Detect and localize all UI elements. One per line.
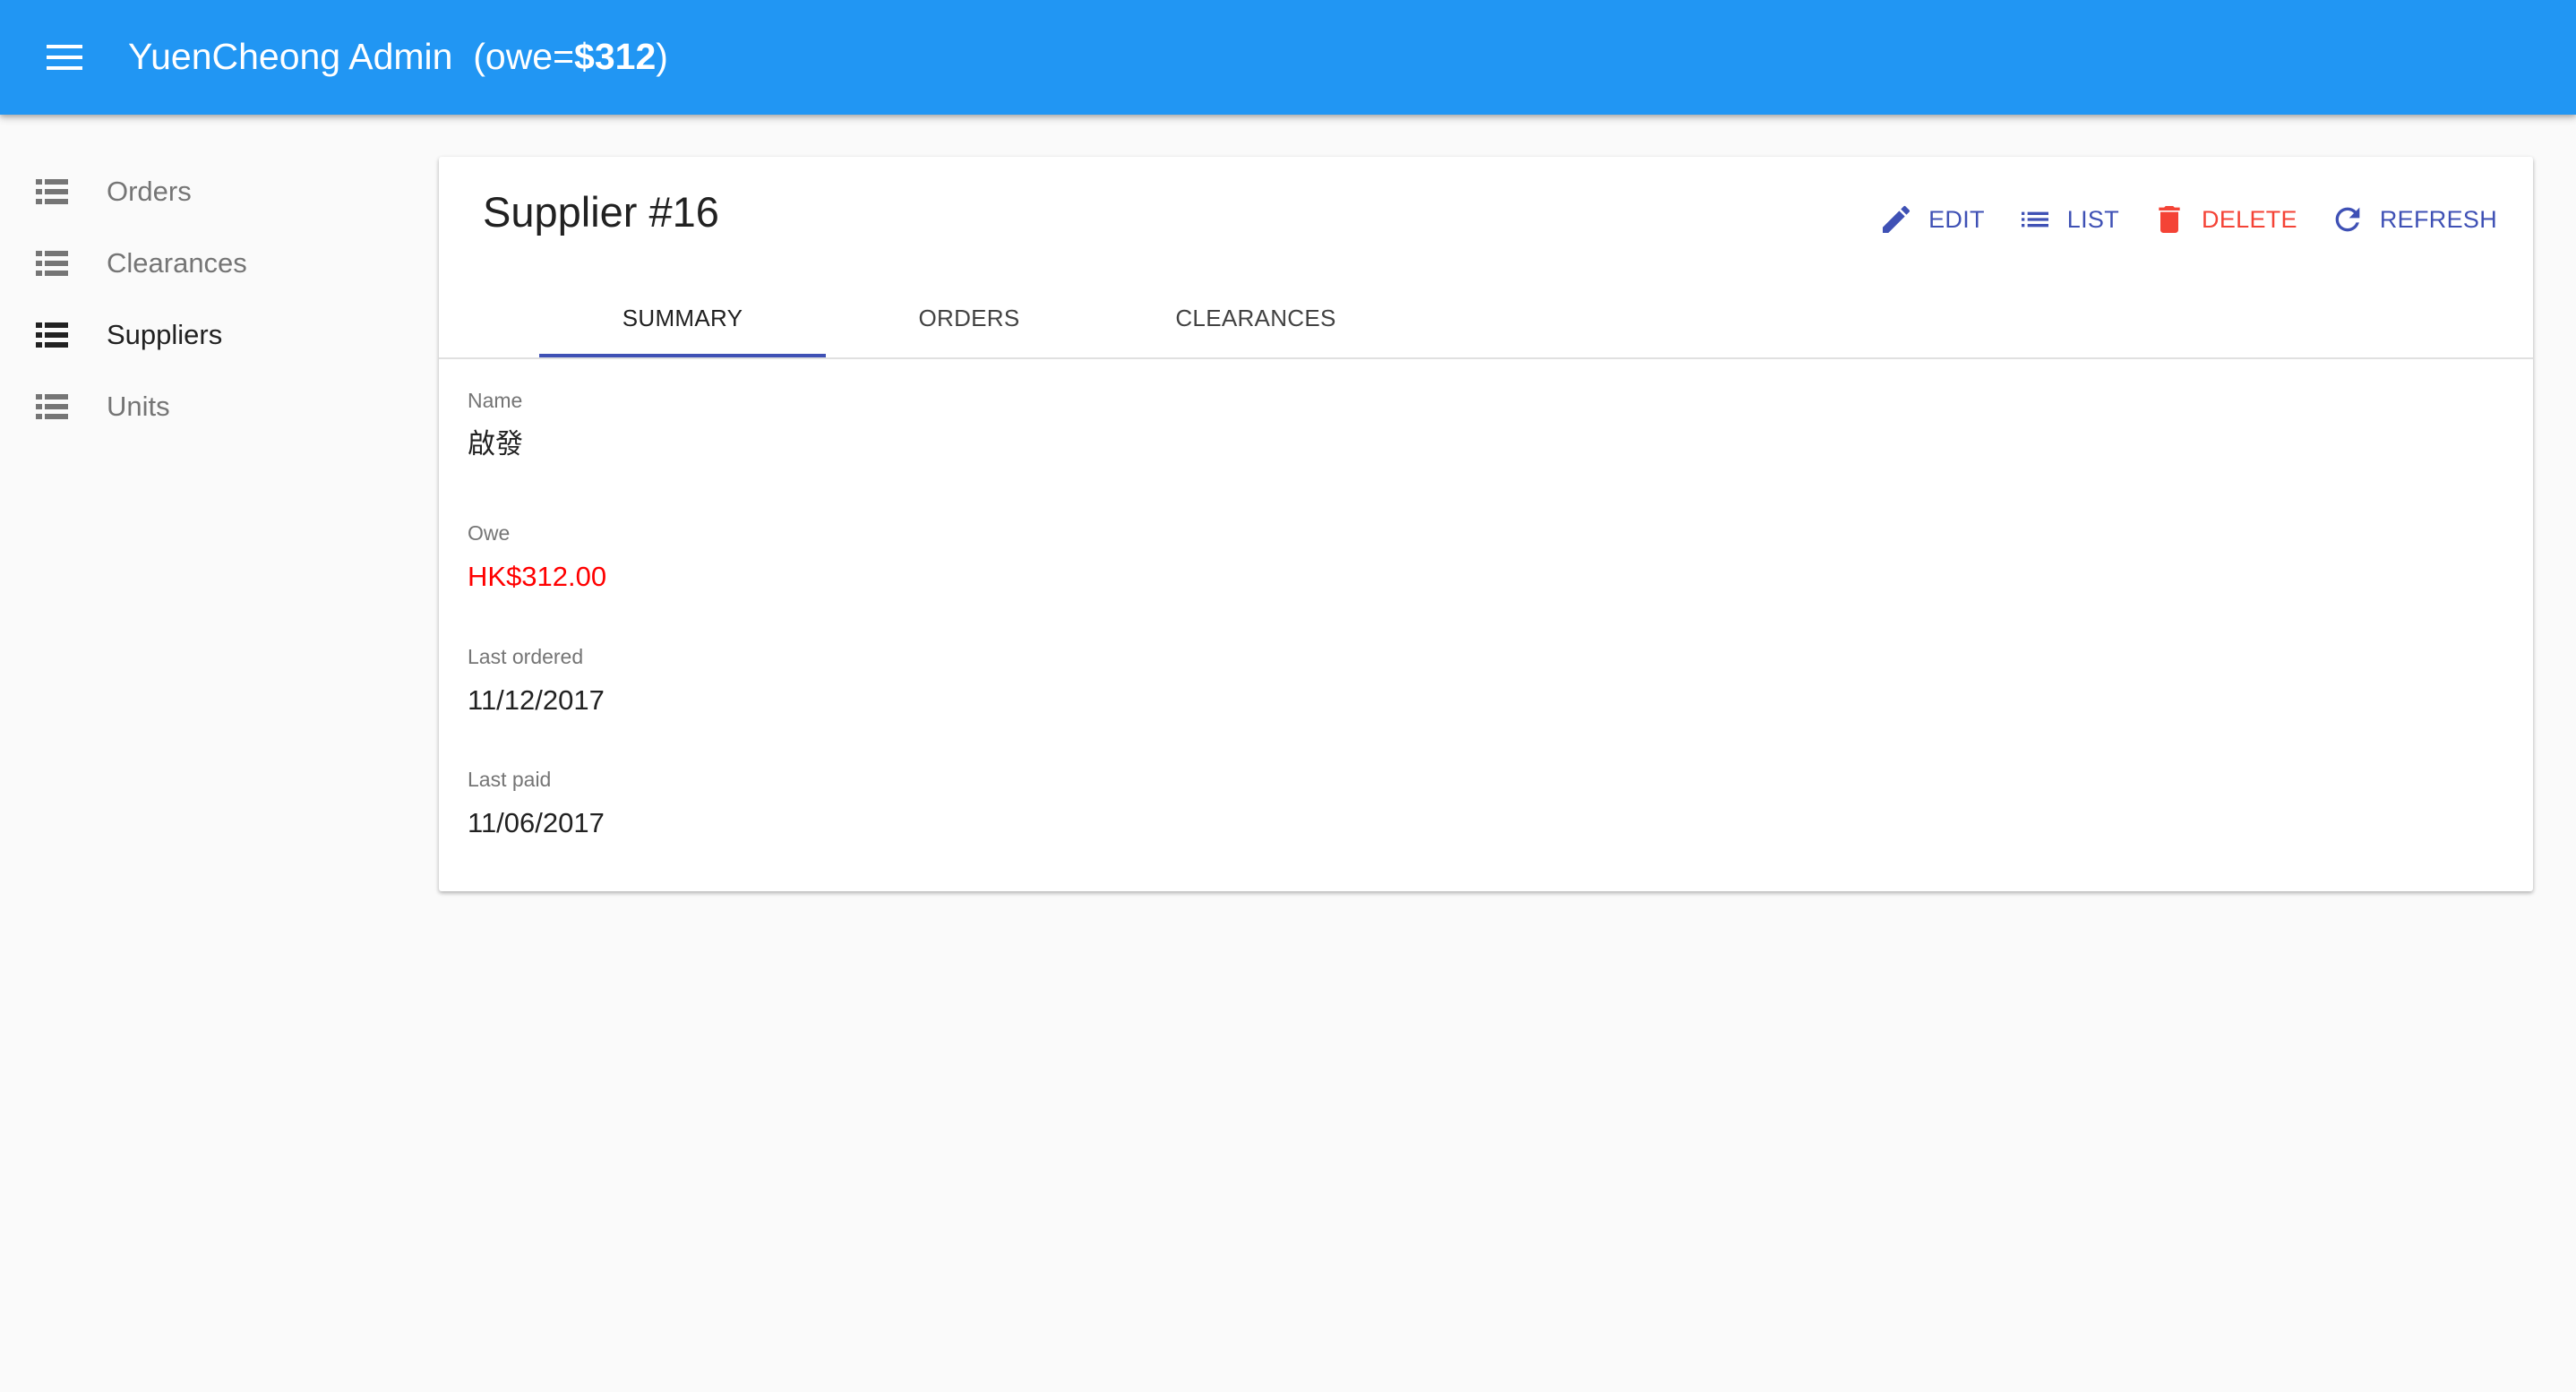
refresh-icon: [2335, 207, 2360, 232]
sidebar-item-label: Suppliers: [107, 319, 223, 350]
owe-amount: $312: [574, 36, 657, 77]
refresh-button[interactable]: REFRESH: [2330, 202, 2497, 237]
sidebar-item-label: Units: [107, 391, 170, 422]
list-icon: [36, 394, 68, 419]
tab-orders[interactable]: ORDERS: [826, 282, 1112, 354]
field-label: Name: [468, 389, 523, 412]
field-label: Last paid: [468, 768, 552, 791]
list-button[interactable]: LIST: [2017, 202, 2119, 237]
sidebar-item-clearances[interactable]: Clearances: [0, 228, 394, 299]
app-title-text: YuenCheong Admin (owe=: [128, 36, 575, 77]
field-label: Owe: [468, 521, 511, 545]
app-title: YuenCheong Admin (owe=$312): [128, 31, 668, 82]
last-ordered-value: 11/12/2017: [468, 684, 605, 716]
last-paid-value: 11/06/2017: [468, 807, 605, 838]
sidebar: Orders Clearances Suppliers Units: [0, 156, 394, 443]
field-last-ordered: Last ordered 11/12/2017: [468, 643, 605, 718]
field-label: Last ordered: [468, 645, 584, 668]
edit-button[interactable]: EDIT: [1878, 202, 1985, 237]
list-button-label: LIST: [2066, 205, 2120, 233]
hamburger-menu-icon: [47, 45, 82, 70]
field-name: Name 啟發: [468, 387, 523, 462]
hamburger-menu-button[interactable]: [36, 29, 93, 86]
sidebar-item-units[interactable]: Units: [0, 371, 394, 443]
sidebar-item-suppliers[interactable]: Suppliers: [0, 299, 394, 371]
delete-button[interactable]: DELETE: [2151, 202, 2297, 237]
list-icon: [36, 179, 68, 204]
trash-icon: [2159, 206, 2180, 233]
supplier-detail-card: Supplier #16 EDIT LIST DELETE REFRESH SU…: [439, 157, 2533, 891]
sidebar-item-label: Orders: [107, 176, 192, 207]
tab-summary[interactable]: SUMMARY: [539, 282, 826, 357]
field-last-paid: Last paid 11/06/2017: [468, 766, 605, 841]
tab-bar: SUMMARY ORDERS CLEARANCES: [539, 282, 1399, 357]
refresh-button-label: REFRESH: [2379, 205, 2497, 233]
app-title-suffix: ): [656, 36, 668, 77]
supplier-name-value: 啟發: [468, 428, 523, 460]
card-actions: EDIT LIST DELETE REFRESH: [1846, 193, 2497, 246]
tab-divider: [439, 357, 2533, 359]
list-icon: [36, 251, 68, 276]
sidebar-item-orders[interactable]: Orders: [0, 156, 394, 228]
app-bar: YuenCheong Admin (owe=$312): [0, 0, 2576, 115]
delete-button-label: DELETE: [2202, 205, 2297, 233]
edit-button-label: EDIT: [1928, 205, 1985, 233]
tab-clearances[interactable]: CLEARANCES: [1112, 282, 1399, 354]
page-title: Supplier #16: [483, 188, 719, 236]
list-icon: [36, 322, 68, 348]
owe-value: HK$312.00: [468, 561, 607, 592]
sidebar-item-label: Clearances: [107, 247, 247, 279]
field-owe: Owe HK$312.00: [468, 520, 606, 595]
list-icon: [2021, 211, 2048, 228]
pencil-icon: [1883, 205, 1911, 233]
